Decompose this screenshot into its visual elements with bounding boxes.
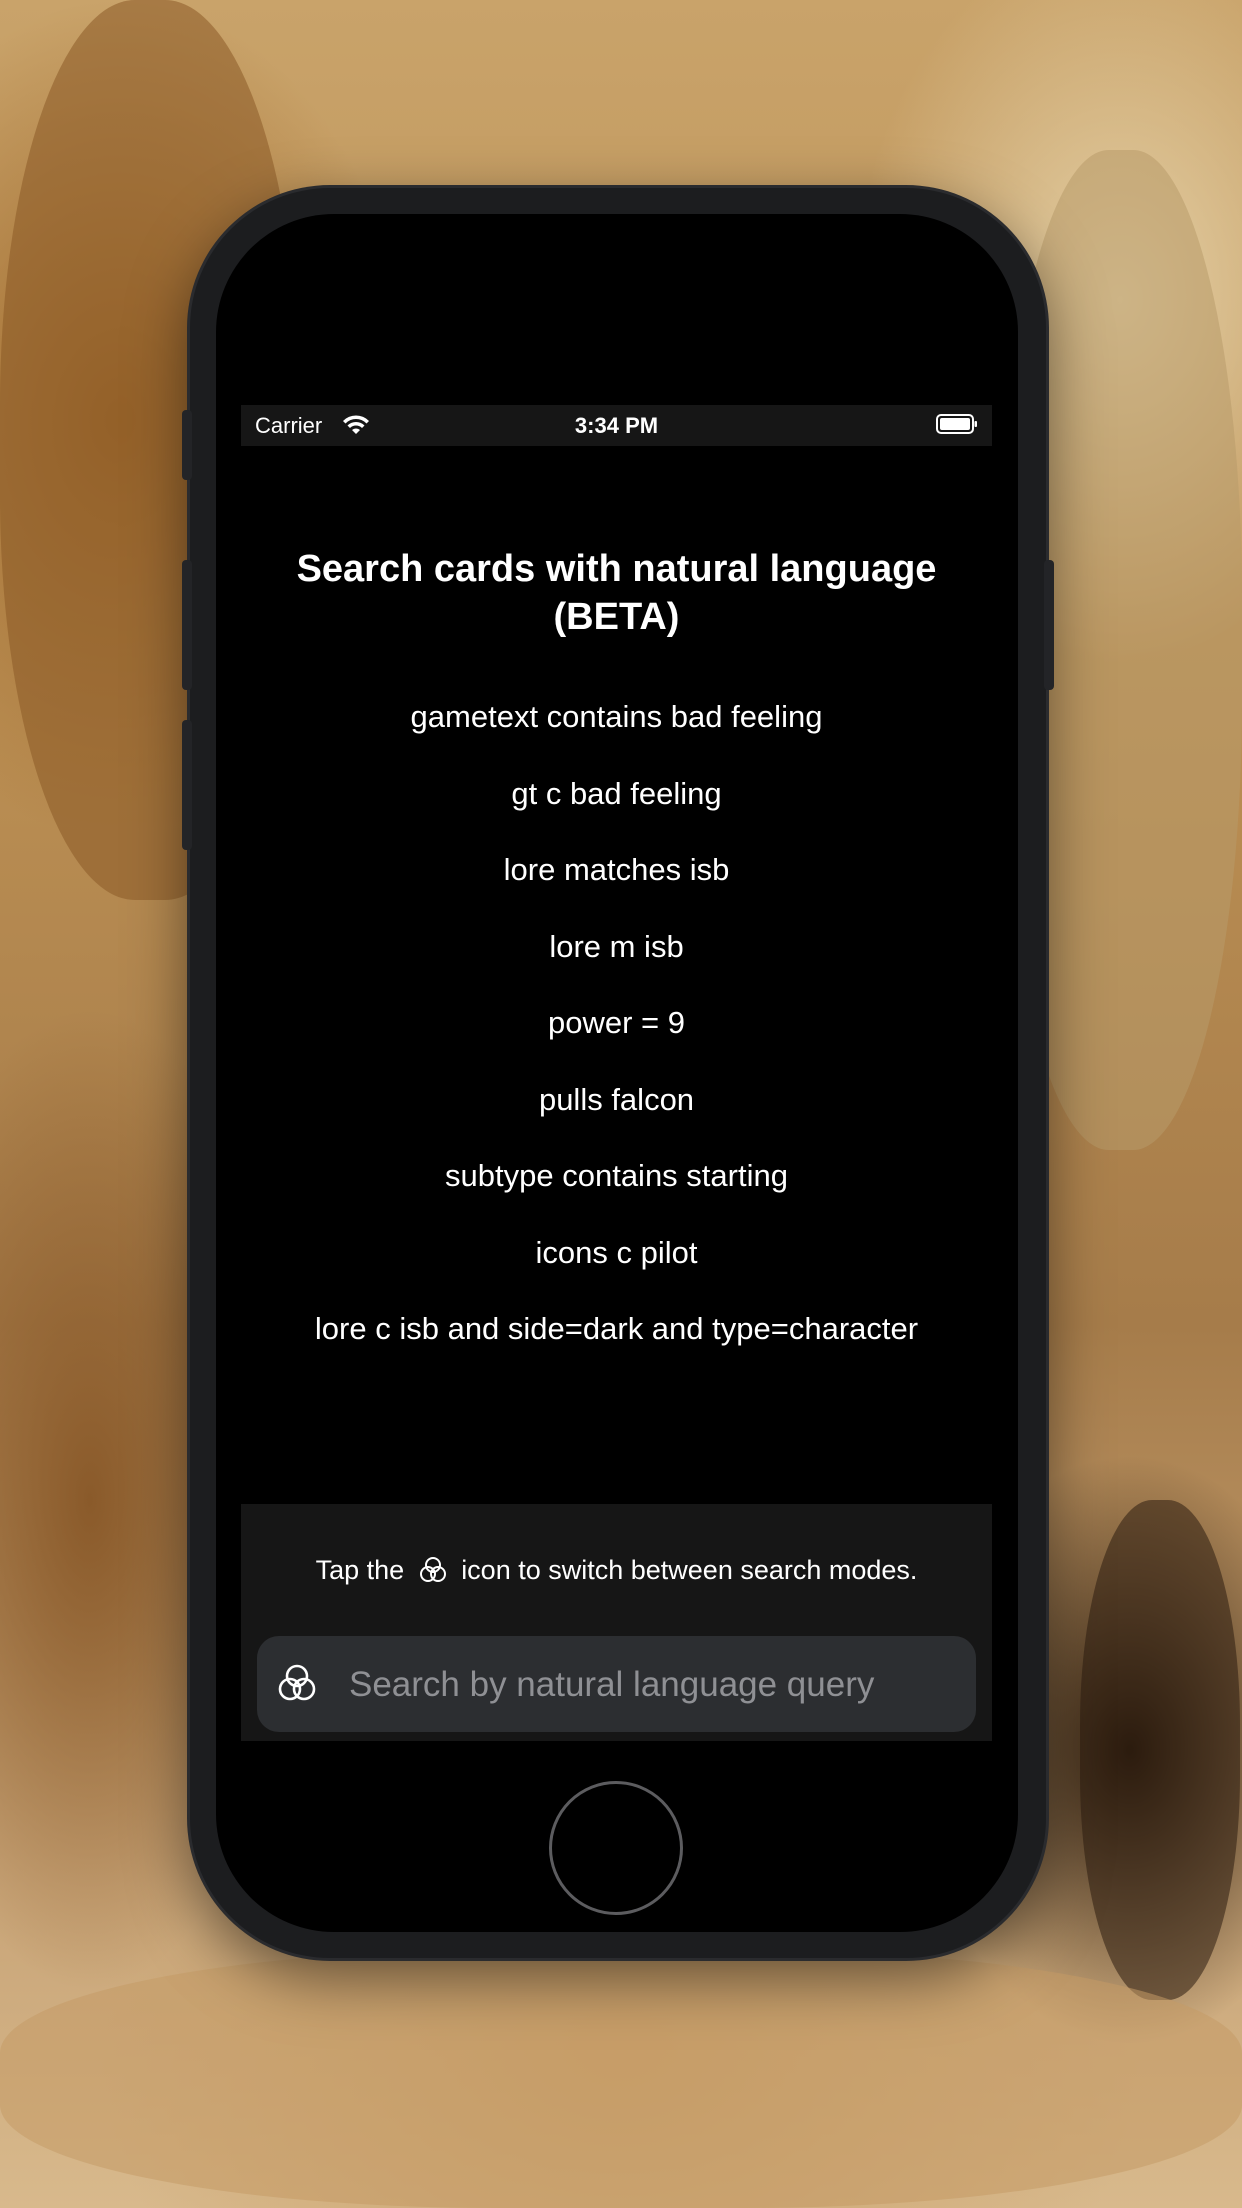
example-query[interactable]: lore c isb and side=dark and type=charac… [241, 1307, 992, 1384]
battery-icon [936, 414, 977, 434]
example-query[interactable]: power = 9 [241, 1001, 992, 1078]
example-query[interactable]: gt c bad feeling [241, 772, 992, 849]
cave-opening [1080, 1500, 1240, 2000]
app-screen: Carrier 3:34 PM Search cards with natura… [241, 405, 992, 1741]
mute-switch [182, 410, 192, 480]
example-query-list: gametext contains bad feeling gt c bad f… [241, 695, 992, 1384]
example-query[interactable]: icons c pilot [241, 1231, 992, 1308]
page-title: Search cards with natural language (BETA… [296, 548, 937, 638]
search-input[interactable] [347, 1636, 961, 1734]
power-button [1044, 560, 1054, 690]
status-time: 3:34 PM [574, 413, 659, 438]
hint-text-after: icon to switch between search modes. [461, 1555, 918, 1585]
example-query[interactable]: subtype contains starting [241, 1154, 992, 1231]
hint-text-before: Tap the [315, 1555, 405, 1585]
volume-down-button [182, 720, 192, 850]
example-query[interactable]: lore matches isb [241, 848, 992, 925]
search-mode-hint: Tap the icon to switch between search mo… [241, 1552, 992, 1588]
example-query[interactable]: gametext contains bad feeling [241, 695, 992, 772]
example-query[interactable]: pulls falcon [241, 1078, 992, 1155]
search-mode-icon [419, 1557, 446, 1582]
status-bar: Carrier 3:34 PM [241, 405, 992, 446]
three-circles-icon[interactable] [275, 1662, 319, 1706]
example-query[interactable]: lore m isb [241, 925, 992, 1002]
search-bar [257, 1636, 976, 1734]
home-button[interactable] [549, 1781, 683, 1915]
volume-up-button [182, 560, 192, 690]
search-panel: Tap the icon to switch between search mo… [241, 1504, 992, 1741]
ground-rocks [0, 1950, 1242, 2208]
